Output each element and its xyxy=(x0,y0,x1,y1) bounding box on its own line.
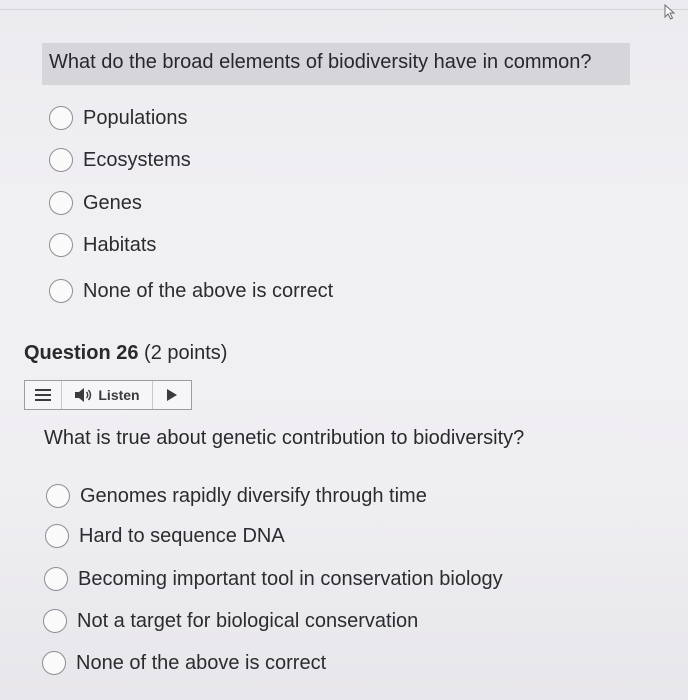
option-label: Habitats xyxy=(83,233,157,256)
option-label: Genomes rapidly diversify through time xyxy=(80,484,427,507)
radio-button[interactable] xyxy=(49,106,73,130)
listen-label: Listen xyxy=(98,387,140,403)
radio-button[interactable] xyxy=(49,233,73,257)
question-26-prompt: What is true about genetic contribution … xyxy=(44,427,525,449)
question-25-option-habitats[interactable]: Habitats xyxy=(49,230,156,260)
option-label: Populations xyxy=(83,106,188,129)
option-label: Becoming important tool in conservation … xyxy=(78,567,503,590)
question-26-option-none[interactable]: None of the above is correct xyxy=(42,648,326,678)
option-label: Hard to sequence DNA xyxy=(79,524,285,547)
question-26-option-conservation-tool[interactable]: Becoming important tool in conservation … xyxy=(44,564,503,594)
question-26-option-genomes[interactable]: Genomes rapidly diversify through time xyxy=(46,481,427,511)
radio-button[interactable] xyxy=(49,191,73,215)
radio-button[interactable] xyxy=(43,609,67,633)
play-button[interactable] xyxy=(153,381,191,409)
question-25-prompt: What do the broad elements of biodiversi… xyxy=(49,51,592,73)
question-26-option-sequence-dna[interactable]: Hard to sequence DNA xyxy=(45,521,285,551)
menu-button[interactable] xyxy=(25,381,62,409)
listen-button[interactable]: Listen xyxy=(62,381,153,409)
radio-button[interactable] xyxy=(45,524,69,548)
hamburger-menu-icon xyxy=(35,389,51,401)
option-label: None of the above is correct xyxy=(76,651,327,674)
question-25-option-genes[interactable]: Genes xyxy=(49,188,142,218)
radio-button[interactable] xyxy=(49,279,73,303)
play-icon xyxy=(167,389,177,401)
question-25-option-populations[interactable]: Populations xyxy=(49,103,188,133)
question-26-heading: Question 26 (2 points) xyxy=(24,342,227,365)
option-label: Genes xyxy=(83,191,142,214)
option-label: Not a target for biological conservation xyxy=(77,609,419,632)
top-divider xyxy=(0,9,688,10)
speaker-icon xyxy=(75,388,92,402)
question-25-option-none[interactable]: None of the above is correct xyxy=(49,276,333,306)
question-number: Question 26 xyxy=(24,342,139,364)
mouse-pointer-icon xyxy=(664,4,676,20)
question-26-option-not-target[interactable]: Not a target for biological conservation xyxy=(43,606,418,636)
question-25-option-ecosystems[interactable]: Ecosystems xyxy=(49,145,191,175)
radio-button[interactable] xyxy=(49,148,73,172)
radio-button[interactable] xyxy=(46,484,70,508)
listen-toolbar: Listen xyxy=(24,380,192,410)
radio-button[interactable] xyxy=(44,567,68,591)
option-label: None of the above is correct xyxy=(83,279,334,302)
radio-button[interactable] xyxy=(42,651,66,675)
question-points: (2 points) xyxy=(144,342,228,364)
option-label: Ecosystems xyxy=(83,148,191,171)
